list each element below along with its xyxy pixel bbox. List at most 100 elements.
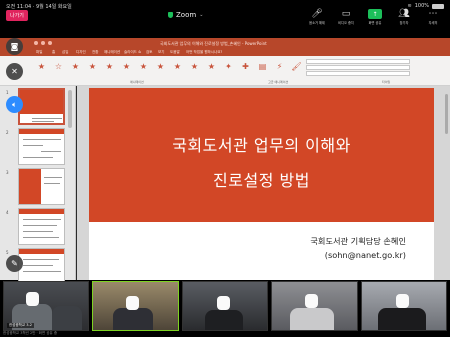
slide-author: 국회도서관 기획담당 손혜인 bbox=[310, 236, 406, 246]
chevron-down-icon: ⌄ bbox=[199, 12, 204, 18]
participants-label: 참가자 bbox=[399, 21, 409, 25]
slide-thumbnail[interactable] bbox=[18, 88, 65, 125]
tools-icon: ✕ bbox=[11, 67, 18, 76]
slide-thumbnail-panel: 1 2 3 4 5 bbox=[0, 86, 76, 285]
slide-thumbnail[interactable] bbox=[18, 248, 65, 285]
animation-split-icon[interactable]: ★ bbox=[138, 60, 149, 73]
ribbon-group-labels: 애니메이션 고급 애니메이션 타이밍 bbox=[0, 80, 450, 85]
ppt-ribbon: ★ ☆ ★ ★ ★ ★ ★ ★ ★ ★ ★ ✦ ✚ ▤ ⚡︎ 🖌︎ 애니메이션 … bbox=[0, 56, 450, 86]
pen-icon: ✎ bbox=[11, 259, 18, 268]
participant-tile[interactable] bbox=[271, 281, 358, 331]
participant-tile[interactable] bbox=[92, 281, 179, 331]
more-button[interactable]: ⋯ 자세히 bbox=[422, 9, 444, 25]
thumbnail-scrollbar[interactable] bbox=[68, 90, 72, 128]
video-off-icon: ▭ bbox=[341, 9, 351, 19]
speaker-button[interactable]: 🔈︎ bbox=[6, 96, 23, 113]
preview-icon[interactable]: ★ bbox=[36, 60, 47, 73]
window-controls[interactable] bbox=[34, 41, 52, 45]
participants-icon: 👥︎ bbox=[398, 9, 410, 19]
slide-number: 3 bbox=[6, 170, 9, 175]
tab-review[interactable]: 검토 bbox=[146, 50, 152, 55]
tab-insert[interactable]: 삽입 bbox=[62, 50, 68, 55]
timing-delay-field[interactable] bbox=[306, 71, 410, 76]
animation-none-icon[interactable]: ☆ bbox=[53, 60, 64, 73]
tab-file[interactable]: 파일 bbox=[36, 50, 42, 55]
animation-gallery: ★ ☆ ★ ★ ★ ★ ★ ★ ★ ★ ★ ✦ ✚ ▤ ⚡︎ 🖌︎ bbox=[36, 60, 302, 73]
animation-fade-icon[interactable]: ★ bbox=[87, 60, 98, 73]
status-time: 오전 11:04 · 9월 14일 화요일 bbox=[6, 4, 72, 10]
tab-transitions[interactable]: 전환 bbox=[92, 50, 98, 55]
animation-float-icon[interactable]: ★ bbox=[121, 60, 132, 73]
unmute-label: 음소거 해제 bbox=[309, 21, 325, 25]
tab-animations[interactable]: 애니메이션 bbox=[104, 50, 120, 55]
slide-title-line2: 진로설정 방법 bbox=[213, 171, 310, 190]
slide-editing-area: 국회도서관 업무의 이해와 진로설정 방법 국회도서관 기획담당 손혜인 (so… bbox=[77, 86, 450, 280]
animation-painter-icon[interactable]: 🖌︎ bbox=[291, 60, 302, 73]
tab-view[interactable]: 보기 bbox=[158, 50, 164, 55]
tab-help[interactable]: 도움말 bbox=[170, 50, 180, 55]
slide-number: 5 bbox=[6, 250, 9, 255]
group-timing-label: 타이밍 bbox=[382, 80, 391, 84]
speaker-icon: 🔈︎ bbox=[12, 99, 17, 109]
slide-number: 1 bbox=[6, 90, 9, 95]
share-screen-button[interactable]: ↑ 화면 공유 bbox=[364, 9, 386, 25]
share-screen-label: 화면 공유 bbox=[368, 21, 382, 25]
animation-random-icon[interactable]: ★ bbox=[206, 60, 217, 73]
more-icon: ⋯ bbox=[428, 9, 438, 19]
participant-tile[interactable] bbox=[360, 281, 448, 331]
shield-icon bbox=[168, 12, 173, 18]
participant-tile[interactable] bbox=[181, 281, 269, 331]
bottom-caption: 한성중학교 3학년 2반 · 화면 공유 중 bbox=[3, 331, 58, 335]
leave-meeting-button[interactable]: 나가기 bbox=[6, 10, 28, 21]
more-label: 자세히 bbox=[428, 21, 438, 25]
ppt-window-title: 국회도서관 업무의 이해와 진로설정 방법_손혜인 - PowerPoint bbox=[160, 41, 267, 46]
participants-button[interactable]: 👥︎ 참가자 bbox=[393, 9, 415, 25]
ppt-title-bar: 국회도서관 업무의 이해와 진로설정 방법_손혜인 - PowerPoint bbox=[0, 38, 450, 49]
mic-muted-icon: 🎤︎ bbox=[311, 9, 323, 19]
stop-video-label: 비디오 중지 bbox=[338, 21, 354, 25]
shared-screen: 국회도서관 업무의 이해와 진로설정 방법_손혜인 - PowerPoint 파… bbox=[0, 38, 450, 285]
animation-fly-icon[interactable]: ★ bbox=[104, 60, 115, 73]
slide-thumbnail[interactable] bbox=[18, 208, 65, 245]
tell-me-search[interactable]: 어떤 작업을 원하시나요? bbox=[186, 50, 222, 55]
slide-number: 2 bbox=[6, 130, 9, 135]
animation-shape-icon[interactable]: ★ bbox=[172, 60, 183, 73]
participant-tile[interactable]: 한성중학교 3-2 bbox=[3, 281, 90, 331]
animation-pane-icon[interactable]: ▤ bbox=[257, 60, 268, 73]
timing-fields bbox=[306, 59, 410, 82]
animation-wipe-icon[interactable]: ★ bbox=[155, 60, 166, 73]
slide-thumbnail[interactable] bbox=[18, 128, 65, 165]
add-animation-icon[interactable]: ✚ bbox=[240, 60, 251, 73]
annotate-pen-button[interactable]: ✎ bbox=[6, 255, 23, 272]
slide-thumbnail[interactable] bbox=[18, 168, 65, 205]
meeting-title-label: Zoom bbox=[176, 11, 197, 19]
tab-slideshow[interactable]: 슬라이드 쇼 bbox=[124, 50, 141, 55]
meeting-controls: 🎤︎ 음소거 해제 ▭ 비디오 중지 ↑ 화면 공유 👥︎ 참가자 ⋯ 자세히 bbox=[306, 9, 444, 25]
timing-duration-field[interactable] bbox=[306, 65, 410, 70]
slide-title-line1: 국회도서관 업무의 이해와 bbox=[172, 136, 351, 155]
timing-start-field[interactable] bbox=[306, 59, 410, 64]
animation-appear-icon[interactable]: ★ bbox=[70, 60, 81, 73]
slide-scrollbar[interactable] bbox=[445, 94, 448, 134]
participant-name: 한성중학교 3-2 bbox=[7, 323, 34, 328]
switch-camera-button[interactable]: ◙ bbox=[6, 38, 23, 55]
unmute-button[interactable]: 🎤︎ 음소거 해제 bbox=[306, 9, 328, 25]
tab-design[interactable]: 디자인 bbox=[76, 50, 86, 55]
group-animation-label: 애니메이션 bbox=[130, 80, 144, 84]
tab-home[interactable]: 홈 bbox=[52, 50, 55, 55]
camera-icon: ◙ bbox=[10, 42, 19, 51]
group-advanced-label: 고급 애니메이션 bbox=[268, 80, 289, 84]
share-screen-icon: ↑ bbox=[368, 9, 382, 19]
slide-email: (sohn@nanet.go.kr) bbox=[324, 250, 406, 260]
ppt-ribbon-tabs: 파일 홈 삽입 디자인 전환 애니메이션 슬라이드 쇼 검토 보기 도움말 어떤… bbox=[0, 49, 450, 56]
animation-wheel-icon[interactable]: ★ bbox=[189, 60, 200, 73]
slide-number: 4 bbox=[6, 210, 9, 215]
trigger-icon[interactable]: ⚡︎ bbox=[274, 60, 285, 73]
stop-video-button[interactable]: ▭ 비디오 중지 bbox=[335, 9, 357, 25]
battery-icon bbox=[432, 3, 444, 9]
current-slide[interactable]: 국회도서관 업무의 이해와 진로설정 방법 국회도서관 기획담당 손혜인 (so… bbox=[89, 88, 434, 280]
effect-options-icon[interactable]: ✦ bbox=[223, 60, 234, 73]
meeting-title[interactable]: Zoom ⌄ bbox=[168, 11, 203, 19]
participant-gallery: 한성중학교 3-2 bbox=[0, 281, 450, 331]
annotation-tools-button[interactable]: ✕ bbox=[6, 63, 23, 80]
